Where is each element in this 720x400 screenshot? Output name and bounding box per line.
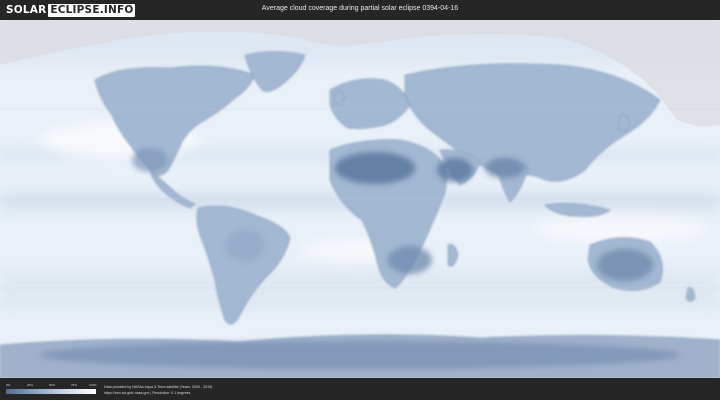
- legend-tick-0: 0%: [6, 383, 11, 387]
- legend-tick-50: 50%: [49, 383, 56, 387]
- top-bar: SOLAR ECLIPSE.INFO Average cloud coverag…: [0, 0, 720, 20]
- cloud-coverage-legend: [6, 389, 96, 394]
- legend-tick-25: 25%: [27, 383, 34, 387]
- cloud-coverage-map: [0, 20, 720, 378]
- bottom-bar: 0% 25% 50% 75% 100% Data provided by NAS…: [0, 378, 720, 400]
- legend-tick-100: 100%: [89, 383, 97, 387]
- data-source-link[interactable]: https://neo.sci.gsfc.nasa.gov | Resoluti…: [104, 391, 190, 395]
- page-title: Average cloud coverage during partial so…: [261, 5, 459, 12]
- data-credit: Data provided by NASAs Aqua & Terra sate…: [104, 385, 213, 389]
- legend-tick-75: 75%: [71, 383, 78, 387]
